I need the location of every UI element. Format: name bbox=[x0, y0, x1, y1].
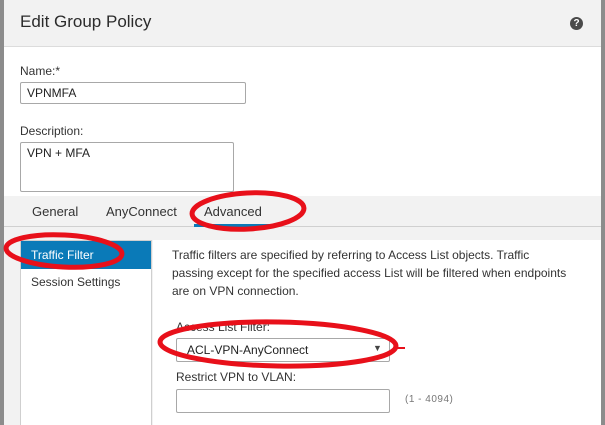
acl-filter-label: Access List Filter: bbox=[176, 320, 271, 334]
acl-filter-select[interactable]: ACL-VPN-AnyConnect ▼ bbox=[176, 338, 390, 362]
vlan-input[interactable] bbox=[176, 389, 390, 413]
sidebar-item-traffic-filter[interactable]: Traffic Filter bbox=[21, 241, 151, 269]
vlan-label: Restrict VPN to VLAN: bbox=[176, 370, 297, 384]
sidebar-item-label: Traffic Filter bbox=[31, 248, 94, 262]
tab-general[interactable]: General bbox=[32, 204, 78, 219]
tab-advanced[interactable]: Advanced bbox=[204, 204, 262, 219]
sidebar-item-label: Session Settings bbox=[31, 275, 121, 289]
help-icon[interactable]: ? bbox=[570, 17, 583, 30]
dialog-header: Edit Group Policy ? bbox=[4, 0, 601, 47]
edit-group-policy-dialog: Edit Group Policy ? Name:* VPNMFA Descri… bbox=[4, 0, 601, 425]
sidebar-item-session-settings[interactable]: Session Settings bbox=[21, 269, 151, 297]
vlan-range-hint: (1 - 4094) bbox=[405, 394, 454, 405]
tab-bar bbox=[4, 196, 601, 227]
traffic-filter-description: Traffic filters are specified by referri… bbox=[172, 248, 567, 298]
chevron-down-icon: ▼ bbox=[373, 343, 382, 353]
description-textarea[interactable]: VPN + MFA bbox=[20, 142, 234, 192]
advanced-sidebar: Traffic Filter Session Settings bbox=[20, 240, 152, 425]
name-input[interactable]: VPNMFA bbox=[20, 82, 246, 104]
description-label: Description: bbox=[20, 124, 84, 138]
dialog-title: Edit Group Policy bbox=[20, 12, 152, 31]
acl-filter-value: ACL-VPN-AnyConnect bbox=[187, 343, 309, 357]
tab-anyconnect[interactable]: AnyConnect bbox=[106, 204, 177, 219]
name-label: Name:* bbox=[20, 64, 61, 78]
